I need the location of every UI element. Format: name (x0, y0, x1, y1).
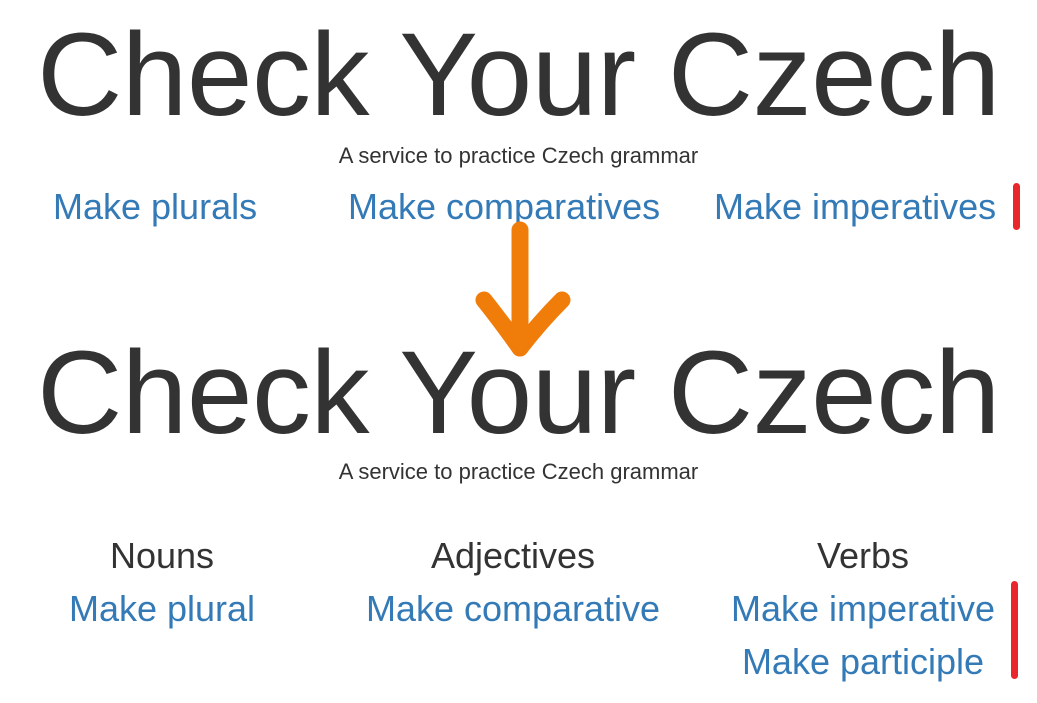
make-imperative-link[interactable]: Make imperative (718, 591, 1008, 627)
make-comparative-link[interactable]: Make comparative (353, 591, 673, 627)
page-title-after: Check Your Czech (37, 327, 1000, 459)
make-participle-link[interactable]: Make participle (718, 644, 1008, 680)
make-plural-link[interactable]: Make plural (62, 591, 262, 627)
verbs-column: Verbs Make imperative Make participle (718, 538, 1008, 680)
make-plurals-link[interactable]: Make plurals (53, 189, 257, 225)
adjectives-column: Adjectives Make comparative (353, 538, 673, 627)
verbs-heading: Verbs (816, 535, 910, 576)
page-subtitle-before: A service to practice Czech grammar (338, 143, 699, 168)
page-title-before: Check Your Czech (37, 9, 1000, 141)
nouns-column: Nouns Make plural (62, 538, 262, 627)
adjectives-heading: Adjectives (430, 535, 596, 576)
red-highlight-marker-bottom (1011, 581, 1018, 679)
red-highlight-marker-top (1013, 183, 1020, 230)
page-subtitle-after: A service to practice Czech grammar (338, 459, 699, 484)
make-imperatives-link[interactable]: Make imperatives (714, 189, 996, 225)
nouns-heading: Nouns (109, 535, 215, 576)
